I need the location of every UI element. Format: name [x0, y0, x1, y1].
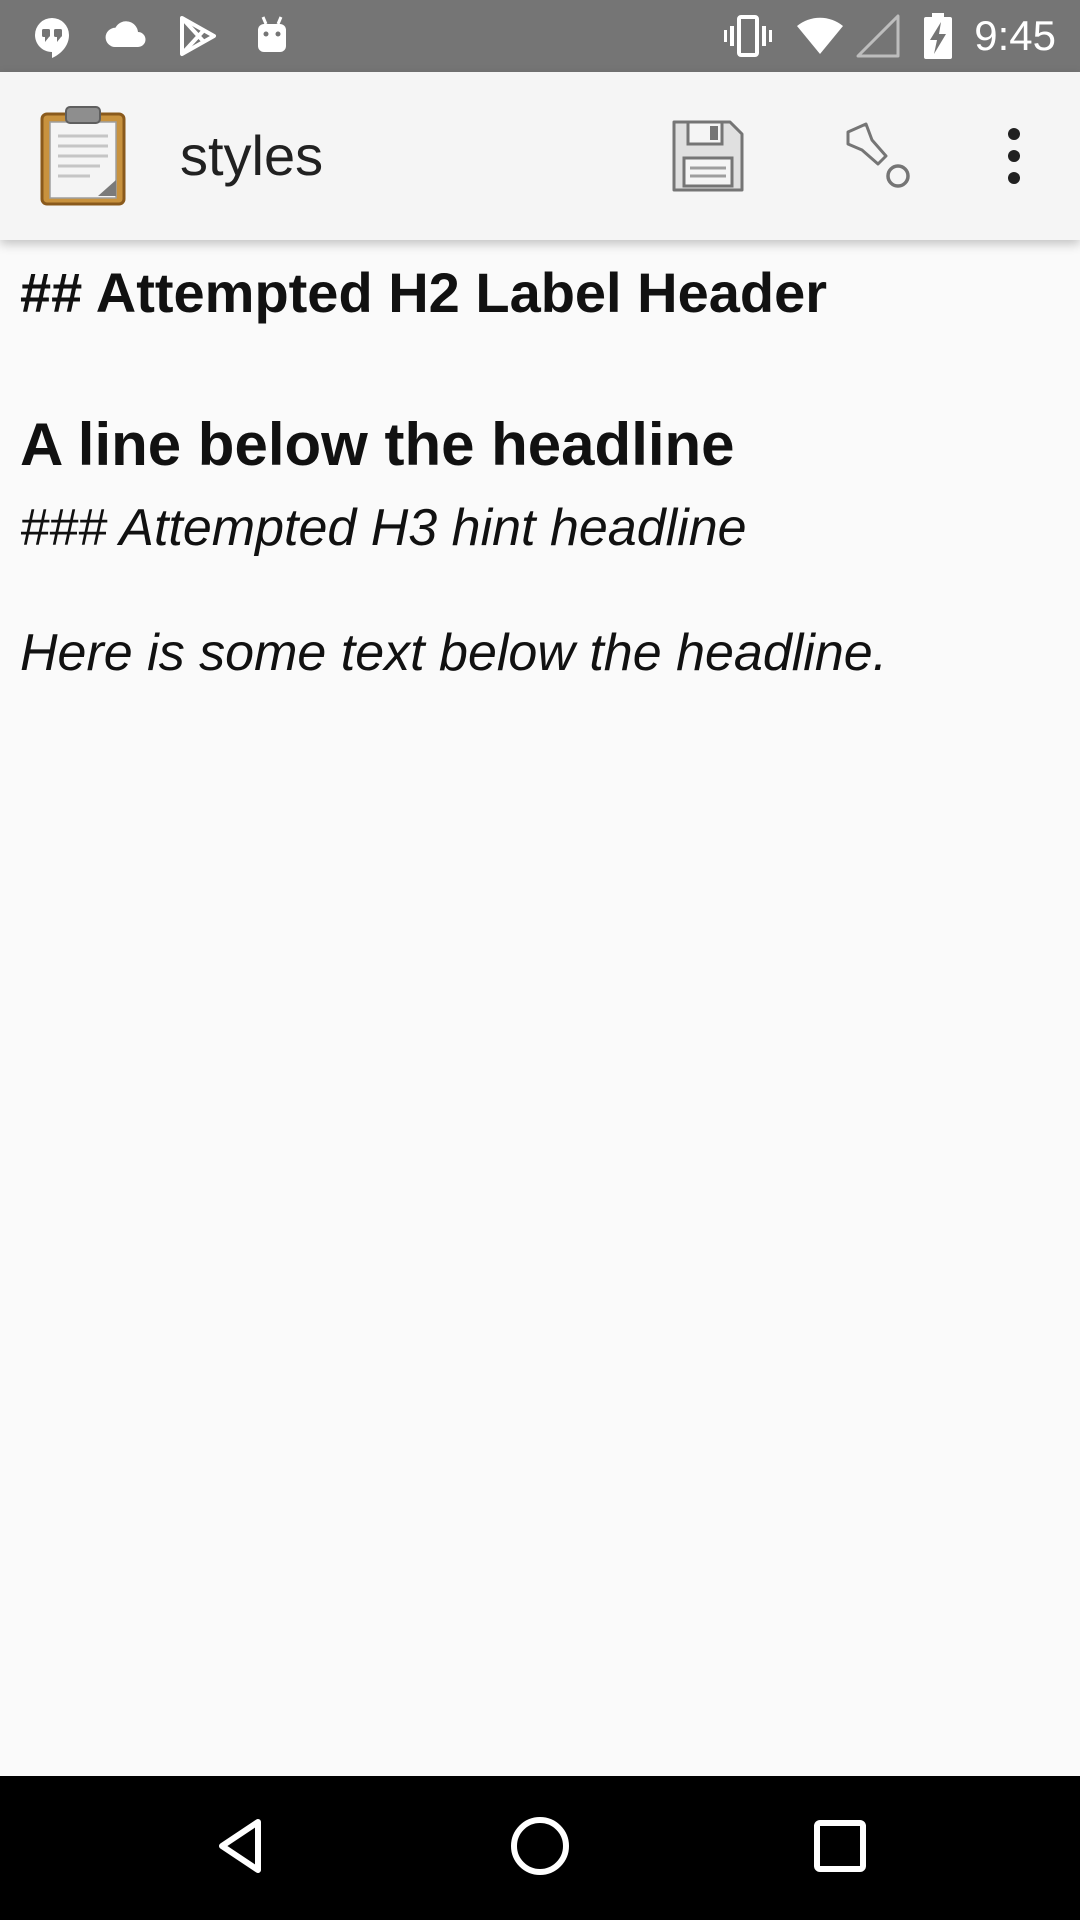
navigation-bar	[0, 1776, 1080, 1920]
wifi-icon	[796, 12, 844, 60]
overflow-menu-icon	[1002, 126, 1026, 186]
h2-raw-text: ## Attempted H2 Label Header	[20, 261, 828, 324]
go-to-button[interactable]	[830, 108, 926, 204]
battery-charging-icon	[914, 12, 962, 60]
clipboard-icon	[40, 106, 126, 206]
vibrate-icon	[724, 12, 772, 60]
screen: 9:45 styles ## Attempted H2 Label Header…	[0, 0, 1080, 1920]
hangouts-icon	[28, 12, 76, 60]
back-button[interactable]	[190, 1798, 290, 1898]
overflow-menu-button[interactable]	[966, 108, 1062, 204]
cell-signal-icon	[854, 12, 902, 60]
app-title: styles	[180, 124, 324, 187]
label-headline: A line below the headline	[20, 411, 735, 478]
save-icon	[670, 118, 746, 194]
status-bar: 9:45	[0, 0, 1080, 72]
body-text: Here is some text below the headline.	[20, 624, 888, 682]
home-button[interactable]	[490, 1798, 590, 1898]
android-icon	[248, 12, 296, 60]
cloud-icon	[100, 12, 148, 60]
app-bar: styles	[0, 72, 1080, 240]
status-time: 9:45	[974, 12, 1056, 59]
back-icon	[210, 1816, 270, 1881]
content-area: ## Attempted H2 Label Header A line belo…	[0, 240, 1080, 1776]
recents-icon	[812, 1818, 868, 1879]
recents-button[interactable]	[790, 1798, 890, 1898]
hint-text: ### Attempted H3 hint headline	[20, 499, 747, 557]
home-icon	[508, 1814, 572, 1883]
go-to-icon	[840, 118, 916, 194]
save-button[interactable]	[660, 108, 756, 204]
play-store-icon	[174, 12, 222, 60]
